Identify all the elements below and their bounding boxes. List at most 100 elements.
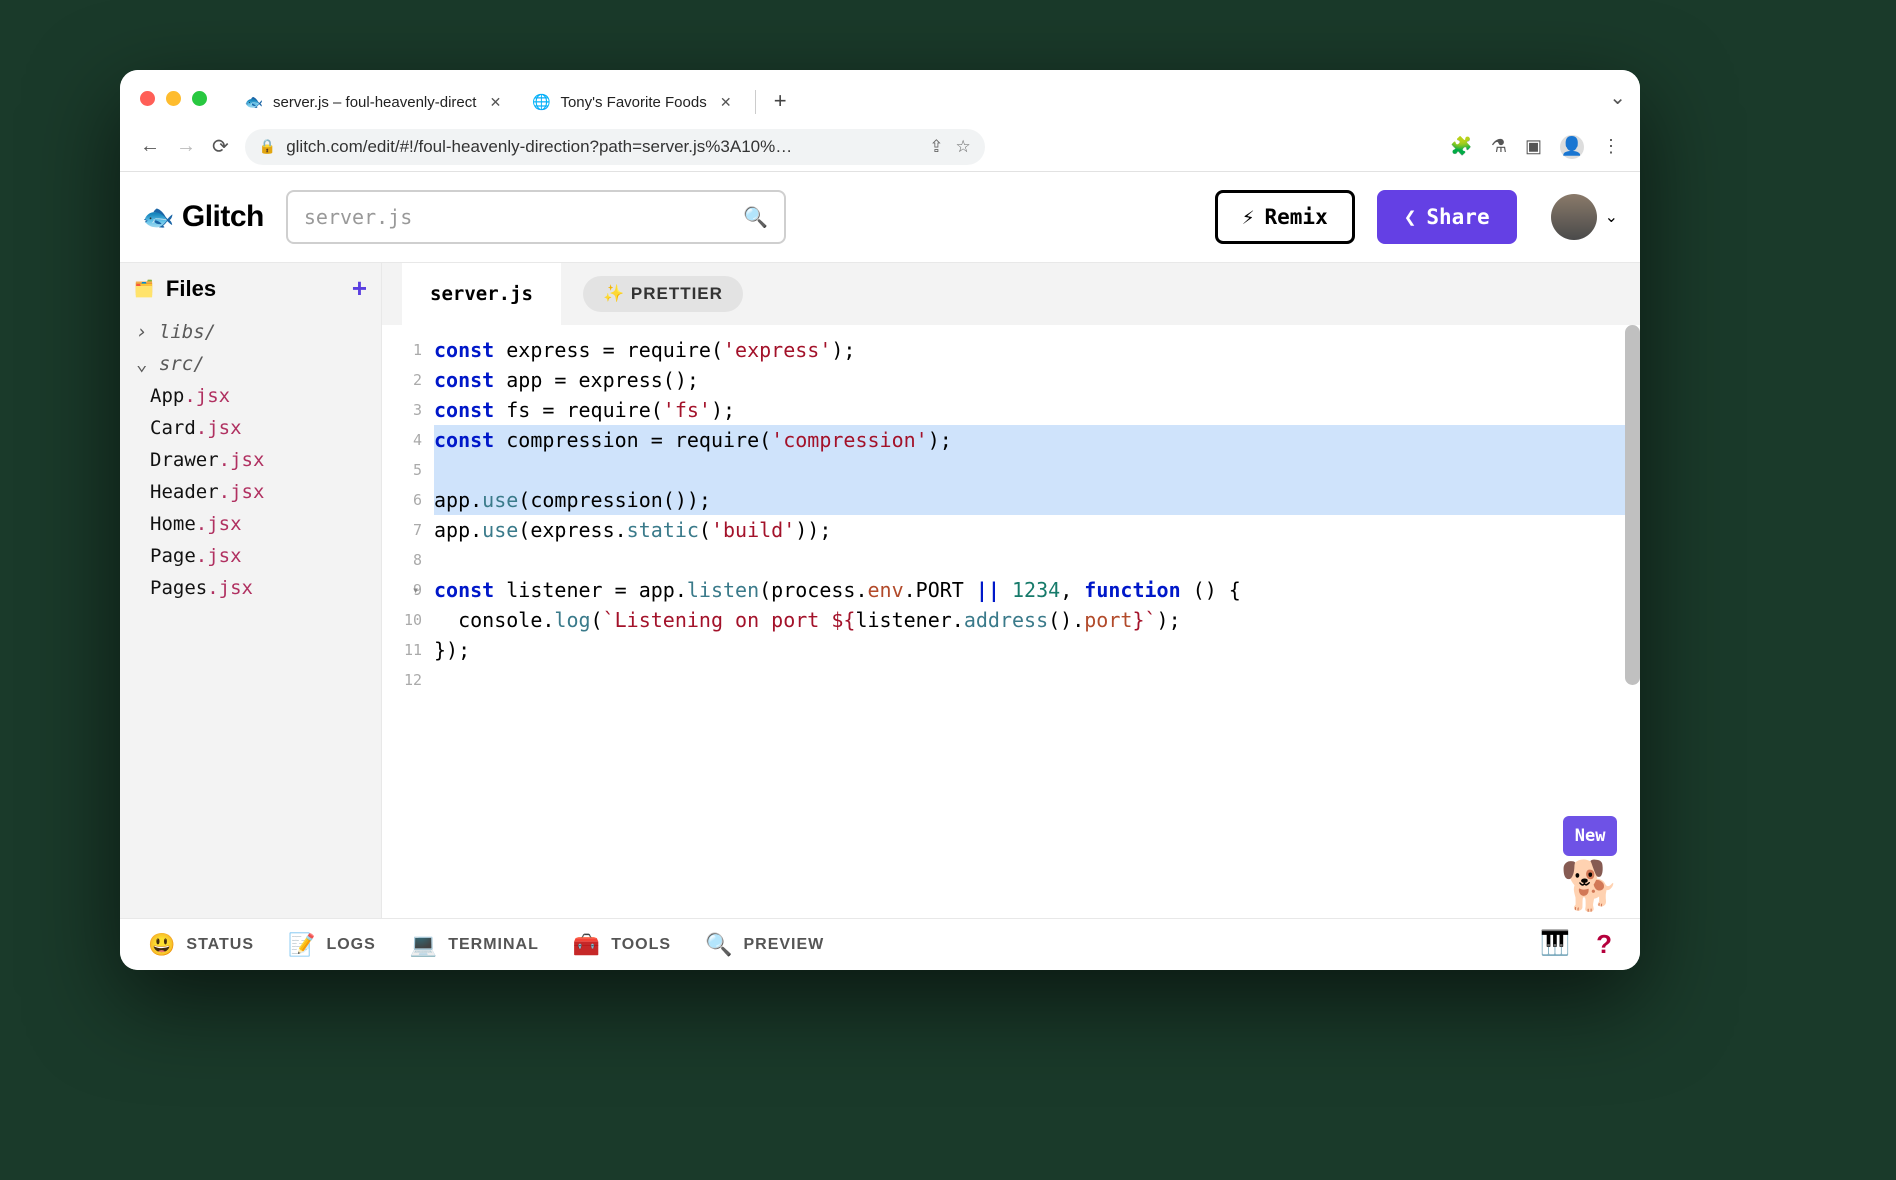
glitch-header: 🐟 Glitch server.js 🔍 ⚡ Remix ❮ Share ⌄	[120, 172, 1640, 262]
chrome-tab-strip: 🐟 server.js – foul-heavenly-direct ✕ 🌐 T…	[120, 70, 1640, 122]
extensions-icon[interactable]: 🧩	[1450, 136, 1472, 157]
footer-status[interactable]: 😃STATUS	[148, 932, 254, 958]
file-pages[interactable]: Pages.jsx	[120, 572, 381, 604]
share-button[interactable]: ❮ Share	[1377, 190, 1517, 244]
chevron-down-icon: ⌄	[1605, 207, 1618, 227]
close-tab-icon[interactable]: ✕	[486, 93, 504, 111]
editor-tab-bar: server.js ✨ PRETTIER	[382, 263, 1640, 325]
profile-icon[interactable]: 👤	[1560, 135, 1584, 159]
file-card[interactable]: Card.jsx	[120, 412, 381, 444]
prettier-label: PRETTIER	[631, 284, 723, 303]
search-input[interactable]: server.js 🔍	[286, 190, 786, 244]
footer-tools[interactable]: 🧰TOOLS	[573, 932, 671, 958]
panel-icon[interactable]: ▣	[1525, 136, 1542, 157]
help-button[interactable]: ?	[1596, 929, 1612, 960]
maximize-window-button[interactable]	[192, 91, 207, 106]
dog-icon: 🐕	[1560, 858, 1620, 914]
code-line[interactable]: 11});	[386, 635, 1640, 665]
file-home[interactable]: Home.jsx	[120, 508, 381, 540]
tabs: 🐟 server.js – foul-heavenly-direct ✕ 🌐 T…	[231, 82, 1609, 122]
editor-tab-serverjs[interactable]: server.js	[402, 263, 561, 325]
folder-libs[interactable]: › libs/	[120, 316, 381, 348]
add-file-button[interactable]: +	[352, 273, 367, 304]
search-placeholder: server.js	[304, 205, 412, 229]
chrome-actions: 🧩 ⚗ ▣ 👤 ⋮	[1450, 135, 1620, 159]
tab-glitch-editor[interactable]: 🐟 server.js – foul-heavenly-direct ✕	[231, 82, 518, 122]
footer-terminal[interactable]: 💻TERMINAL	[410, 932, 539, 958]
piano-icon[interactable]: 🎹	[1540, 929, 1570, 960]
files-box-icon: 🗂️	[134, 279, 154, 299]
minimize-window-button[interactable]	[166, 91, 181, 106]
file-drawer[interactable]: Drawer.jsx	[120, 444, 381, 476]
status-bar: 😃STATUS 📝LOGS 💻TERMINAL 🧰TOOLS 🔍PREVIEW 🎹 ?	[120, 918, 1640, 970]
file-tree: › libs/⌄ src/App.jsxCard.jsxDrawer.jsxHe…	[120, 314, 381, 606]
code-line[interactable]: 6app.use(compression());	[386, 485, 1640, 515]
tab-label: server.js – foul-heavenly-direct	[273, 94, 476, 111]
code-line[interactable]: 7app.use(express.static('build'));	[386, 515, 1640, 545]
close-window-button[interactable]	[140, 91, 155, 106]
sparkle-icon: ✨	[603, 284, 625, 303]
glitch-mascot[interactable]: New 🐕	[1560, 816, 1620, 910]
browser-window: 🐟 server.js – foul-heavenly-direct ✕ 🌐 T…	[120, 70, 1640, 970]
reload-button[interactable]: ⟳	[212, 134, 229, 159]
share-url-icon[interactable]: ⇪	[929, 137, 943, 157]
url-text: glitch.com/edit/#!/foul-heavenly-directi…	[286, 137, 792, 157]
tab-separator	[755, 90, 756, 114]
code-line[interactable]: 1const express = require('express');	[386, 335, 1640, 365]
lock-icon: 🔒	[259, 138, 276, 155]
code-line[interactable]: 10 console.log(`Listening on port ${list…	[386, 605, 1640, 635]
more-menu-icon[interactable]: ⋮	[1602, 136, 1620, 157]
remix-label: Remix	[1265, 205, 1328, 229]
remix-button[interactable]: ⚡ Remix	[1215, 190, 1355, 244]
logo-text: Glitch	[182, 200, 264, 234]
files-header: 🗂️ Files +	[120, 263, 381, 314]
folder-src[interactable]: ⌄ src/	[120, 348, 381, 380]
close-tab-icon[interactable]: ✕	[717, 93, 735, 111]
code-line[interactable]: 12	[386, 665, 1640, 695]
new-tab-button[interactable]: +	[762, 88, 799, 122]
code-line[interactable]: 8	[386, 545, 1640, 575]
code-line[interactable]: 9▾const listener = app.listen(process.en…	[386, 575, 1640, 605]
new-badge: New	[1563, 816, 1618, 856]
glitch-favicon-icon: 🐟	[245, 93, 263, 111]
tab-label: Tony's Favorite Foods	[560, 94, 706, 111]
search-icon: 🔍	[743, 205, 768, 229]
file-app[interactable]: App.jsx	[120, 380, 381, 412]
address-bar[interactable]: 🔒 glitch.com/edit/#!/foul-heavenly-direc…	[245, 129, 985, 165]
chrome-toolbar: ← → ⟳ 🔒 glitch.com/edit/#!/foul-heavenly…	[120, 122, 1640, 172]
tools-icon: 🧰	[573, 932, 601, 958]
code-line[interactable]: 3const fs = require('fs');	[386, 395, 1640, 425]
logs-icon: 📝	[288, 932, 316, 958]
window-controls	[140, 91, 207, 106]
flask-icon[interactable]: ⚗	[1491, 136, 1507, 157]
footer-preview[interactable]: 🔍PREVIEW	[705, 932, 824, 958]
scrollbar[interactable]	[1625, 325, 1640, 685]
lightning-icon: ⚡	[1242, 205, 1255, 229]
glitch-logo[interactable]: 🐟 Glitch	[142, 200, 264, 234]
prettier-button[interactable]: ✨ PRETTIER	[583, 276, 743, 312]
files-sidebar: 🗂️ Files + › libs/⌄ src/App.jsxCard.jsxD…	[120, 263, 382, 918]
share-icon: ❮	[1404, 205, 1417, 229]
file-page[interactable]: Page.jsx	[120, 540, 381, 572]
files-title: Files	[166, 276, 216, 302]
forward-button[interactable]: →	[176, 135, 196, 158]
file-header[interactable]: Header.jsx	[120, 476, 381, 508]
avatar	[1551, 194, 1597, 240]
code-line[interactable]: 4const compression = require('compressio…	[386, 425, 1640, 455]
status-icon: 😃	[148, 932, 176, 958]
code-editor[interactable]: 1const express = require('express');2con…	[382, 325, 1640, 918]
footer-logs[interactable]: 📝LOGS	[288, 932, 376, 958]
user-menu[interactable]: ⌄	[1551, 194, 1618, 240]
back-button[interactable]: ←	[140, 135, 160, 158]
code-line[interactable]: 5	[386, 455, 1640, 485]
globe-favicon-icon: 🌐	[532, 93, 550, 111]
editor-panel: server.js ✨ PRETTIER 1const express = re…	[382, 263, 1640, 918]
app-body: 🗂️ Files + › libs/⌄ src/App.jsxCard.jsxD…	[120, 262, 1640, 918]
bookmark-icon[interactable]: ☆	[956, 137, 971, 157]
preview-icon: 🔍	[705, 932, 733, 958]
share-label: Share	[1426, 205, 1489, 229]
tab-tonys-foods[interactable]: 🌐 Tony's Favorite Foods ✕	[518, 82, 748, 122]
chevron-down-icon[interactable]: ⌄	[1609, 87, 1626, 109]
terminal-icon: 💻	[410, 932, 438, 958]
code-line[interactable]: 2const app = express();	[386, 365, 1640, 395]
